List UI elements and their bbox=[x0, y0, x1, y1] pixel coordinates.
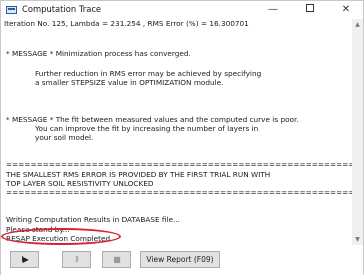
maximize-icon bbox=[306, 4, 314, 12]
stop-button[interactable]: ■ bbox=[102, 251, 131, 268]
scroll-up-icon[interactable]: ▲ bbox=[353, 20, 362, 29]
log-line-rms-hint: Further reduction in RMS error may be ac… bbox=[35, 69, 262, 78]
log-line-separator-top: ========================================… bbox=[6, 160, 352, 169]
log-line-separator-bottom: ========================================… bbox=[6, 188, 352, 197]
control-bar: I▶ II ■ View Report (F09) bbox=[1, 247, 363, 275]
completion-highlight-ellipse bbox=[1, 228, 121, 245]
pause-icon: II bbox=[75, 255, 79, 264]
log-line-soil-model: your soil model. bbox=[35, 133, 94, 142]
log-line-poor-fit-message: * MESSAGE * The fit between measured val… bbox=[6, 115, 299, 124]
title-bar[interactable]: Computation Trace — ✕ bbox=[1, 1, 363, 19]
scroll-down-icon[interactable]: ▼ bbox=[353, 235, 362, 244]
log-line-stepsize-hint: a smaller STEPSIZE value in OPTIMIZATION… bbox=[35, 78, 224, 87]
computation-trace-window: Computation Trace — ✕ Iteration No. 125,… bbox=[0, 0, 364, 275]
maximize-button[interactable] bbox=[292, 1, 328, 19]
log-line-iteration: Iteration No. 125, Lambda = 231.254 , RM… bbox=[4, 19, 249, 28]
close-button[interactable]: ✕ bbox=[328, 1, 364, 19]
view-report-button[interactable]: View Report (F09) bbox=[140, 251, 220, 268]
log-line-improve-fit: You can improve the fit by increasing th… bbox=[35, 124, 259, 133]
window-title: Computation Trace bbox=[22, 4, 102, 14]
log-line-writing-results: Writing Computation Results in DATABASE … bbox=[6, 215, 180, 224]
run-button[interactable]: I▶ bbox=[10, 251, 39, 268]
log-scrollbar[interactable]: ▲ ▼ bbox=[352, 19, 363, 245]
play-icon: I▶ bbox=[21, 255, 28, 264]
pause-button[interactable]: II bbox=[62, 251, 91, 268]
app-window-icon bbox=[6, 6, 17, 14]
log-line-top-layer: TOP LAYER SOIL RESISTIVITY UNLOCKED bbox=[6, 179, 154, 188]
computation-log[interactable]: Iteration No. 125, Lambda = 231.254 , RM… bbox=[4, 19, 352, 245]
log-line-smallest-rms: THE SMALLEST RMS ERROR IS PROVIDED BY TH… bbox=[6, 170, 271, 179]
minimize-button[interactable]: — bbox=[255, 1, 291, 19]
stop-icon: ■ bbox=[113, 255, 121, 264]
log-line-converged-message: * MESSAGE * Minimization process has con… bbox=[6, 49, 191, 58]
